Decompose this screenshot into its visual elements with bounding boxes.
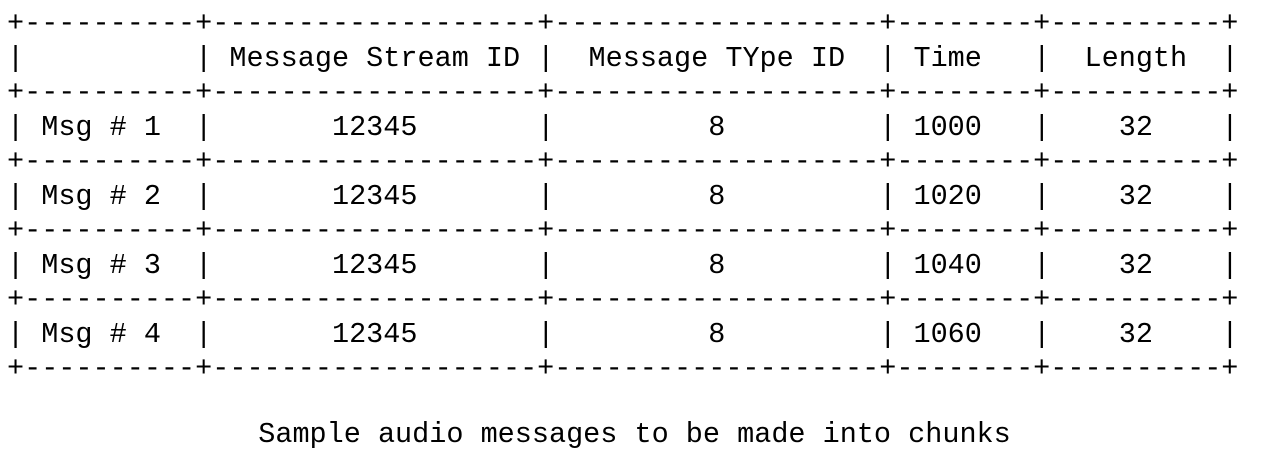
table-cell: 12345 — [212, 110, 538, 144]
table-row: | Msg # 4 | 12345 | 8 | 1060 | 32 | — [7, 317, 1239, 351]
table-cell: 32 — [1050, 317, 1222, 351]
table-cell: 1040 — [896, 248, 1034, 282]
table-cell: Msg # 3 — [24, 248, 196, 282]
table-cell: 12345 — [212, 248, 538, 282]
column-header: Message Stream ID — [212, 41, 538, 75]
table-cell: Msg # 4 — [24, 317, 196, 351]
table-header-row: | | Message Stream ID | Message TYpe ID … — [7, 41, 1239, 75]
message-table: +----------+-------------------+--------… — [7, 7, 1238, 387]
table-cell: 8 — [554, 248, 880, 282]
table-row: | Msg # 2 | 12345 | 8 | 1020 | 32 | — [7, 179, 1239, 213]
table-row: | Msg # 3 | 12345 | 8 | 1040 | 32 | — [7, 248, 1239, 282]
table-border: +----------+-------------------+--------… — [7, 7, 1239, 40]
table-border: +----------+-------------------+--------… — [7, 352, 1239, 385]
table-caption: Sample audio messages to be made into ch… — [258, 418, 1011, 451]
table-cell: 32 — [1050, 110, 1222, 144]
table-cell: Msg # 2 — [24, 179, 196, 213]
table-cell: 8 — [554, 179, 880, 213]
table-border: +----------+-------------------+--------… — [7, 283, 1239, 316]
table-border: +----------+-------------------+--------… — [7, 214, 1239, 247]
table-cell: 1020 — [896, 179, 1034, 213]
table-cell: Msg # 1 — [24, 110, 196, 144]
table-cell: 12345 — [212, 317, 538, 351]
table-cell: 32 — [1050, 248, 1222, 282]
column-header: Message TYpe ID — [554, 41, 880, 75]
table-border: +----------+-------------------+--------… — [7, 76, 1239, 109]
table-row: | Msg # 1 | 12345 | 8 | 1000 | 32 | — [7, 110, 1239, 144]
table-cell: 8 — [554, 317, 880, 351]
table-cell: 8 — [554, 110, 880, 144]
column-header — [24, 42, 195, 75]
table-cell: 12345 — [212, 179, 538, 213]
table-cell: 1060 — [896, 317, 1034, 351]
column-header: Length — [1050, 41, 1222, 75]
column-header: Time — [896, 41, 1034, 75]
table-cell: 1000 — [896, 110, 1034, 144]
table-cell: 32 — [1050, 179, 1222, 213]
table-border: +----------+-------------------+--------… — [7, 145, 1239, 178]
